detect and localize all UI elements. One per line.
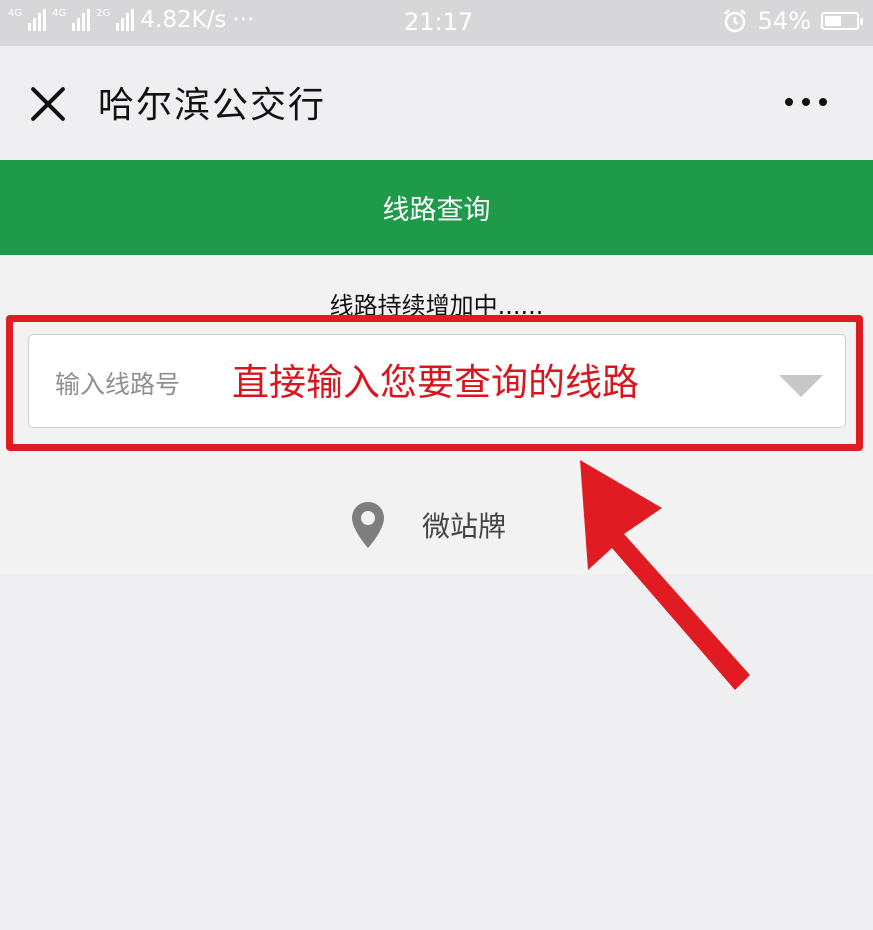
title-bar: 哈尔滨公交行 bbox=[0, 46, 873, 160]
battery-icon bbox=[821, 12, 863, 30]
status-right: 54% bbox=[722, 7, 863, 35]
clock: 21:17 bbox=[404, 8, 474, 36]
battery-fill bbox=[825, 16, 842, 26]
network-speed: 4.82K/s bbox=[140, 7, 227, 33]
signal-icon bbox=[72, 9, 91, 31]
page-title: 哈尔滨公交行 bbox=[98, 85, 327, 126]
signal-icon bbox=[116, 9, 135, 31]
battery-percent: 54% bbox=[757, 7, 811, 35]
alarm-clock-icon bbox=[723, 9, 746, 33]
annotation-text: 直接输入您要查询的线路 bbox=[232, 361, 639, 404]
station-board-label: 微站牌 bbox=[422, 510, 507, 543]
tab-line-query[interactable]: 线路查询 bbox=[0, 160, 873, 255]
status-left: 4G 4G 2G 4.82K/s ··· bbox=[8, 7, 254, 33]
network-type-2: 4G bbox=[52, 8, 67, 19]
close-icon[interactable] bbox=[28, 84, 68, 124]
signal-icon bbox=[28, 9, 47, 31]
status-bar: 4G 4G 2G 4.82K/s ··· 21:17 54% bbox=[0, 0, 873, 46]
network-type-3: 2G bbox=[96, 8, 111, 19]
station-board-link[interactable]: 微站牌 bbox=[350, 500, 506, 550]
network-type-1: 4G bbox=[8, 8, 23, 19]
notification-more: ··· bbox=[232, 7, 255, 33]
location-pin-icon bbox=[352, 502, 384, 548]
more-icon[interactable] bbox=[785, 98, 827, 106]
